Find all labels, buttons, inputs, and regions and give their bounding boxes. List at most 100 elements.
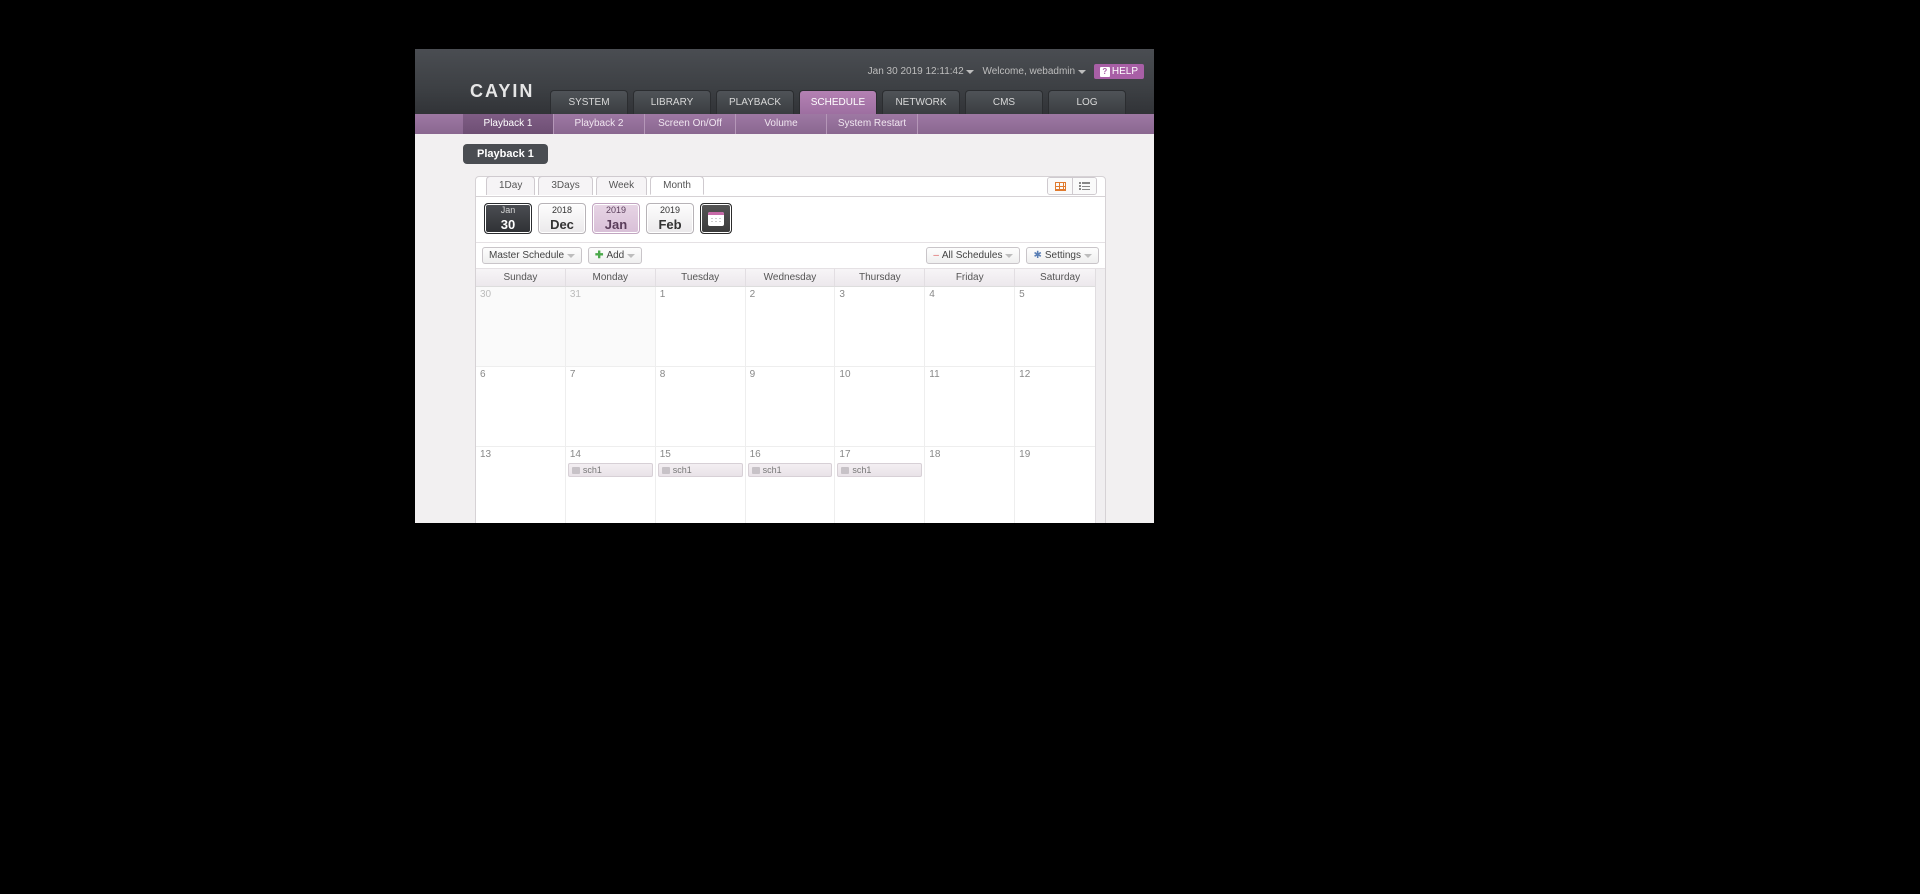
event-label: sch1 bbox=[763, 465, 782, 475]
calendar-cell[interactable]: 3 bbox=[835, 287, 925, 367]
scrollbar[interactable] bbox=[1095, 269, 1105, 523]
calendar-cell[interactable]: 31 bbox=[566, 287, 656, 367]
calendar-cell[interactable]: 6 bbox=[476, 367, 566, 447]
app-window: CAYIN Jan 30 2019 12:11:42 Welcome, weba… bbox=[415, 49, 1154, 523]
view-mode-icons bbox=[1047, 177, 1097, 195]
subnav-screen-on-off[interactable]: Screen On/Off bbox=[645, 114, 736, 134]
header-datetime-text: Jan 30 2019 12:11:42 bbox=[868, 66, 964, 77]
list-view-button[interactable] bbox=[1072, 178, 1096, 194]
view-tab-week[interactable]: Week bbox=[596, 176, 647, 195]
all-schedules-label: All Schedules bbox=[942, 250, 1003, 261]
viewtabs-row: 1Day3DaysWeekMonth bbox=[476, 177, 1105, 197]
main-tab-log[interactable]: LOG bbox=[1048, 90, 1126, 114]
calendar-cell[interactable]: 15 sch1 bbox=[656, 447, 746, 523]
help-button[interactable]: ? HELP bbox=[1094, 64, 1144, 79]
subnav-spacer bbox=[415, 114, 463, 134]
main-tab-playback[interactable]: PLAYBACK bbox=[716, 90, 794, 114]
calendar: SundayMondayTuesdayWednesdayThursdayFrid… bbox=[476, 269, 1105, 523]
add-button[interactable]: ✚ Add bbox=[588, 247, 642, 264]
day-number: 2 bbox=[750, 289, 756, 300]
main-tab-library[interactable]: LIBRARY bbox=[633, 90, 711, 114]
view-tab-3days[interactable]: 3Days bbox=[538, 176, 592, 195]
next-pill-top: 2019 bbox=[647, 204, 693, 216]
header-right: Jan 30 2019 12:11:42 Welcome, webadmin ?… bbox=[868, 64, 1144, 79]
settings-label: Settings bbox=[1045, 250, 1081, 261]
header-welcome-text: Welcome, webadmin bbox=[982, 66, 1075, 77]
day-number: 14 bbox=[570, 449, 581, 460]
event-label: sch1 bbox=[583, 465, 602, 475]
calendar-cell[interactable]: 30 bbox=[476, 287, 566, 367]
next-month-pill[interactable]: 2019 Feb bbox=[646, 203, 694, 234]
view-tab-month[interactable]: Month bbox=[650, 176, 704, 195]
today-pill-top: Jan bbox=[485, 204, 531, 216]
day-number: 15 bbox=[660, 449, 671, 460]
calendar-cell[interactable]: 18 bbox=[925, 447, 1015, 523]
day-header-friday: Friday bbox=[925, 269, 1015, 286]
calendar-header: SundayMondayTuesdayWednesdayThursdayFrid… bbox=[476, 269, 1105, 287]
calendar-body: 30311234567891011121314sch115sch116sch11… bbox=[476, 287, 1105, 523]
calendar-cell[interactable]: 9 bbox=[746, 367, 836, 447]
calendar-cell[interactable]: 17sch1 bbox=[835, 447, 925, 523]
calendar-cell[interactable]: 2 bbox=[746, 287, 836, 367]
schedule-event[interactable]: sch1 bbox=[837, 463, 922, 477]
schedule-event[interactable]: sch1 bbox=[568, 463, 653, 477]
grid-icon bbox=[1055, 182, 1066, 191]
settings-dropdown[interactable]: ✱ Settings bbox=[1026, 247, 1099, 264]
content: Playback 1 1Day3DaysWeekMonth Jan 30 201… bbox=[415, 134, 1154, 523]
calendar-cell[interactable]: 10 bbox=[835, 367, 925, 447]
sub-nav: Playback 1Playback 2Screen On/OffVolumeS… bbox=[415, 114, 1154, 134]
subnav-system-restart[interactable]: System Restart bbox=[827, 114, 918, 134]
main-tab-network[interactable]: NETWORK bbox=[882, 90, 960, 114]
calendar-cell[interactable]: 4 bbox=[925, 287, 1015, 367]
calendar-grid-view-button[interactable] bbox=[1048, 178, 1072, 194]
date-nav-row: Jan 30 2018 Dec 2019 Jan 2019 Feb bbox=[476, 197, 1105, 243]
subnav-volume[interactable]: Volume bbox=[736, 114, 827, 134]
prev-pill-top: 2018 bbox=[539, 204, 585, 216]
calendar-cell[interactable]: 13 bbox=[476, 447, 566, 523]
calendar-cell[interactable]: 5 bbox=[1015, 287, 1105, 367]
event-label: sch1 bbox=[852, 465, 871, 475]
day-number: 11 bbox=[929, 369, 939, 380]
calendar-cell[interactable]: 19 bbox=[1015, 447, 1105, 523]
day-number: 30 bbox=[480, 289, 491, 300]
day-number: 17 bbox=[839, 449, 850, 460]
calendar-cell[interactable]: 7 bbox=[566, 367, 656, 447]
subnav-playback-2[interactable]: Playback 2 bbox=[554, 114, 645, 134]
schedule-event[interactable]: sch1 bbox=[658, 463, 743, 477]
help-label: HELP bbox=[1112, 66, 1138, 77]
master-schedule-dropdown[interactable]: Master Schedule bbox=[482, 247, 582, 264]
header-datetime[interactable]: Jan 30 2019 12:11:42 bbox=[868, 66, 975, 77]
calendar-cell[interactable]: 12 bbox=[1015, 367, 1105, 447]
calendar-cell[interactable]: 16sch1 bbox=[746, 447, 836, 523]
calendar-cell[interactable]: 14sch1 bbox=[566, 447, 656, 523]
main-tab-schedule[interactable]: SCHEDULE bbox=[799, 90, 877, 114]
main-tab-system[interactable]: SYSTEM bbox=[550, 90, 628, 114]
main-nav: SYSTEMLIBRARYPLAYBACKSCHEDULENETWORKCMSL… bbox=[550, 90, 1126, 114]
calendar-cell[interactable]: 11 bbox=[925, 367, 1015, 447]
today-pill[interactable]: Jan 30 bbox=[484, 203, 532, 234]
prev-month-pill[interactable]: 2018 Dec bbox=[538, 203, 586, 234]
day-header-sunday: Sunday bbox=[476, 269, 566, 286]
calendar-cell[interactable]: 8 bbox=[656, 367, 746, 447]
main-tab-cms[interactable]: CMS bbox=[965, 90, 1043, 114]
gear-icon: ✱ bbox=[1033, 250, 1041, 261]
day-number: 3 bbox=[839, 289, 845, 300]
day-header-tuesday: Tuesday bbox=[656, 269, 746, 286]
curr-pill-top: 2019 bbox=[593, 204, 639, 216]
schedule-panel: 1Day3DaysWeekMonth Jan 30 2018 Dec 2019 bbox=[475, 176, 1106, 523]
subnav-playback-1[interactable]: Playback 1 bbox=[463, 114, 554, 134]
schedule-event[interactable]: sch1 bbox=[748, 463, 833, 477]
all-schedules-dropdown[interactable]: – All Schedules bbox=[926, 247, 1020, 264]
chevron-down-icon bbox=[627, 254, 635, 258]
help-icon: ? bbox=[1100, 67, 1110, 77]
current-month-pill[interactable]: 2019 Jan bbox=[592, 203, 640, 234]
list-icon bbox=[1079, 182, 1090, 191]
calendar-picker-button[interactable] bbox=[700, 203, 732, 234]
view-tab-1day[interactable]: 1Day bbox=[486, 176, 535, 195]
header-welcome[interactable]: Welcome, webadmin bbox=[982, 66, 1085, 77]
day-number: 19 bbox=[1019, 449, 1030, 460]
today-pill-bot: 30 bbox=[485, 216, 531, 233]
calendar-icon bbox=[708, 212, 724, 226]
calendar-cell[interactable]: 1 bbox=[656, 287, 746, 367]
day-number: 5 bbox=[1019, 289, 1025, 300]
